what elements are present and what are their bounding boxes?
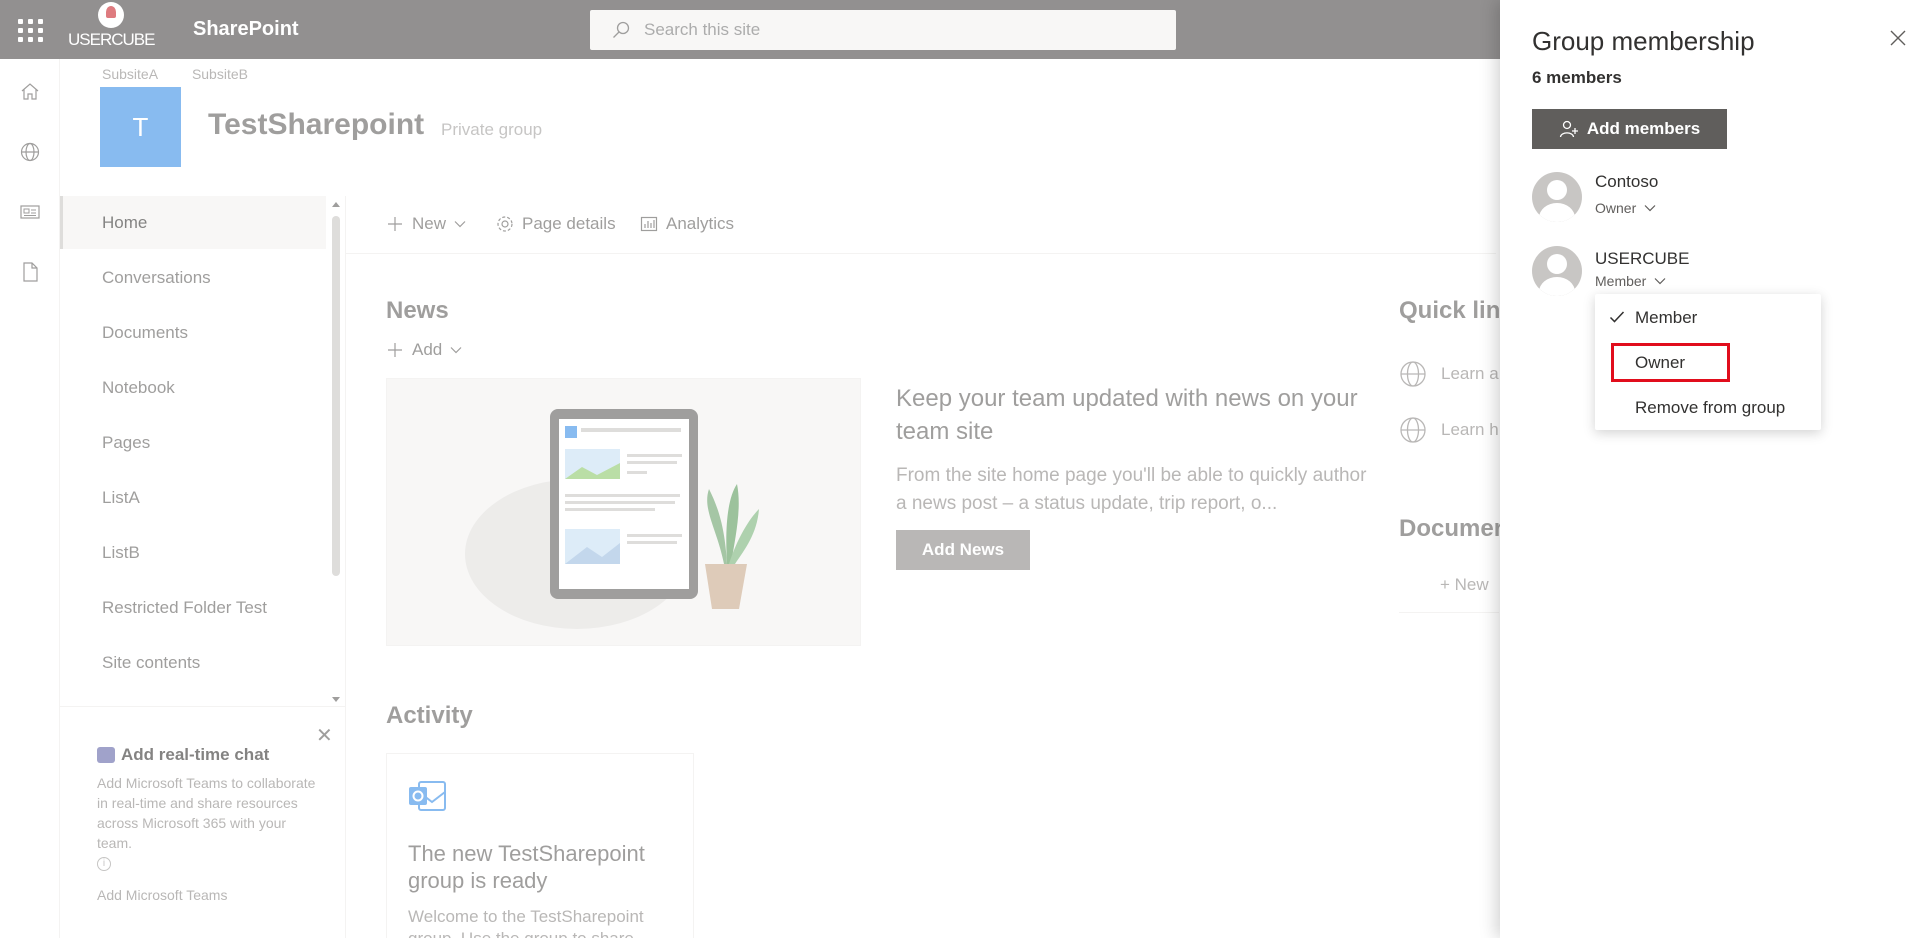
avatar[interactable]	[1532, 172, 1582, 222]
role-option-member[interactable]: Member	[1595, 298, 1821, 338]
panel-overlay[interactable]	[0, 0, 1500, 938]
checkmark-icon	[1609, 311, 1625, 323]
member-name[interactable]: USERCUBE	[1595, 249, 1689, 269]
member-name[interactable]: Contoso	[1595, 172, 1658, 192]
member-role-dropdown[interactable]: Owner	[1595, 200, 1656, 216]
member-count[interactable]: 6 members	[1532, 68, 1622, 88]
owner-option-highlight-box	[1611, 343, 1730, 382]
role-option-label: Remove from group	[1635, 398, 1786, 417]
member-role-label: Member	[1595, 273, 1647, 289]
close-icon[interactable]	[1888, 28, 1908, 48]
role-option-remove-from-group[interactable]: Remove from group	[1595, 388, 1821, 428]
group-membership-panel: Group membership 6 members Add members C…	[1500, 0, 1920, 938]
add-members-label: Add members	[1586, 119, 1701, 138]
add-people-icon	[1559, 120, 1578, 138]
member-role-label: Owner	[1595, 200, 1637, 216]
add-members-button[interactable]: Add members	[1532, 109, 1727, 149]
avatar[interactable]	[1532, 246, 1582, 296]
panel-title: Group membership	[1532, 26, 1755, 56]
chevron-down-icon	[1654, 278, 1666, 285]
role-option-label: Member	[1635, 308, 1698, 327]
member-role-dropdown[interactable]: Member	[1595, 273, 1666, 289]
member-item: USERCUBE Member	[1532, 246, 1892, 296]
chevron-down-icon	[1644, 205, 1656, 212]
member-item: Contoso Owner	[1532, 172, 1892, 222]
